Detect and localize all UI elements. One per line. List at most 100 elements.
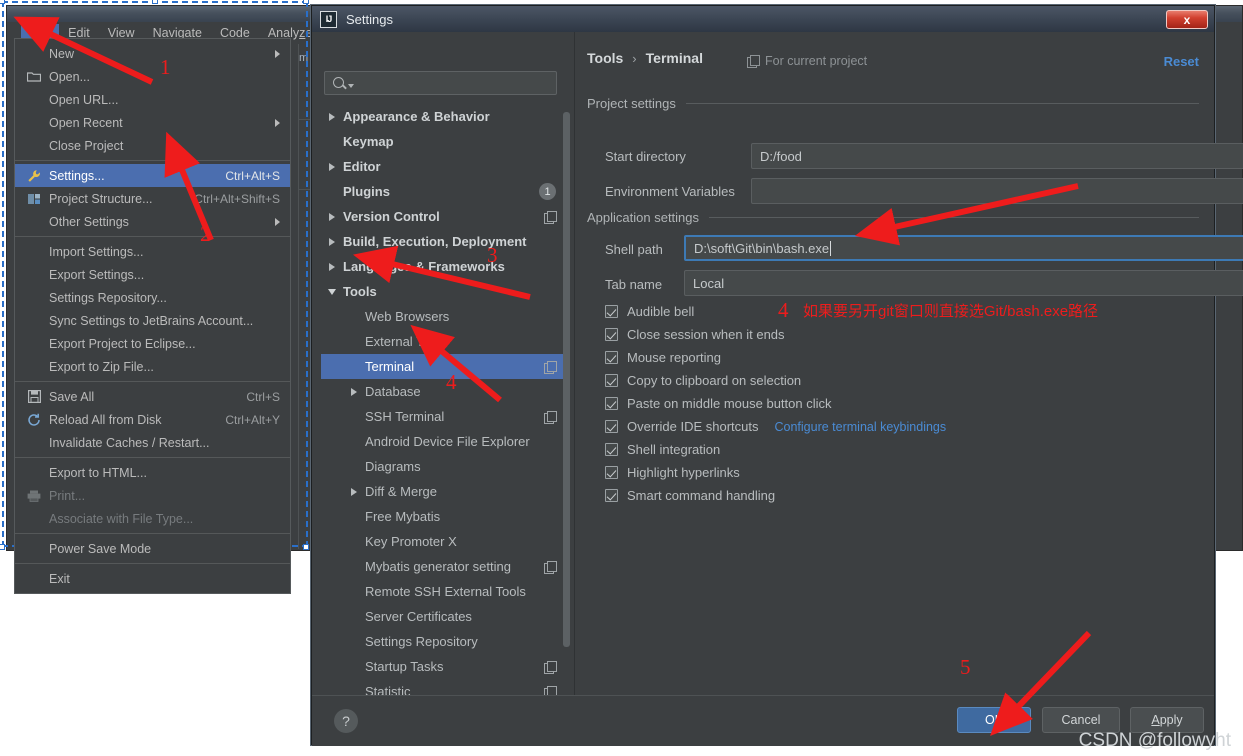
checkmark-icon[interactable] bbox=[605, 351, 618, 364]
tree-item-label: Terminal bbox=[365, 359, 415, 374]
menu-item-open[interactable]: Open... bbox=[15, 65, 290, 88]
checkbox-override-ide-shortcuts[interactable]: Override IDE shortcuts Configure terminal… bbox=[605, 419, 946, 434]
selection-handle[interactable] bbox=[0, 544, 5, 550]
chevron-right-icon bbox=[329, 262, 335, 271]
tree-item-remote-ssh-external-tools[interactable]: Remote SSH External Tools bbox=[321, 579, 568, 604]
checkmark-icon[interactable] bbox=[605, 305, 618, 318]
tree-item-mybatis-generator-setting[interactable]: Mybatis generator setting bbox=[321, 554, 568, 579]
menu-item-other-settings[interactable]: Other Settings bbox=[15, 210, 290, 233]
checkmark-icon[interactable] bbox=[605, 328, 618, 341]
tree-item-server-certificates[interactable]: Server Certificates bbox=[321, 604, 568, 629]
tab-name-input[interactable]: Local bbox=[684, 270, 1243, 296]
reset-link[interactable]: Reset bbox=[1164, 54, 1199, 69]
checkmark-icon[interactable] bbox=[605, 420, 618, 433]
tree-item-free-mybatis[interactable]: Free Mybatis bbox=[321, 504, 568, 529]
tree-item-keymap[interactable]: Keymap bbox=[321, 129, 568, 154]
checkbox-audible-bell[interactable]: Audible bell bbox=[605, 304, 694, 319]
menu-item-new[interactable]: New bbox=[15, 42, 290, 65]
tree-item-tools[interactable]: Tools bbox=[321, 279, 568, 304]
tree-item-external-tools[interactable]: External Tools bbox=[321, 329, 568, 354]
checkbox-shell-integration[interactable]: Shell integration bbox=[605, 442, 720, 457]
checkbox-close-session-when-it-ends[interactable]: Close session when it ends bbox=[605, 327, 785, 342]
configure-terminal-keybindings-link[interactable]: Configure terminal keybindings bbox=[775, 420, 947, 434]
checkmark-icon[interactable] bbox=[605, 397, 618, 410]
expand-arrow-icon[interactable] bbox=[343, 487, 365, 496]
menu-item-settings-repository[interactable]: Settings Repository... bbox=[15, 286, 290, 309]
tree-item-plugins[interactable]: Plugins 1 bbox=[321, 179, 568, 204]
tree-scrollbar-thumb[interactable] bbox=[563, 112, 570, 647]
menu-item-import-settings[interactable]: Import Settings... bbox=[15, 240, 290, 263]
copy-icon bbox=[544, 660, 557, 674]
tree-item-label: Tools bbox=[343, 284, 377, 299]
chevron-down-icon[interactable] bbox=[348, 84, 354, 88]
tree-item-diagrams[interactable]: Diagrams bbox=[321, 454, 568, 479]
expand-arrow-icon[interactable] bbox=[321, 112, 343, 121]
checkbox-copy-to-clipboard-on-selection[interactable]: Copy to clipboard on selection bbox=[605, 373, 801, 388]
checkmark-icon[interactable] bbox=[605, 374, 618, 387]
selection-handle[interactable] bbox=[152, 0, 158, 4]
menu-item-reload-all[interactable]: Reload All from Disk Ctrl+Alt+Y bbox=[15, 408, 290, 431]
menu-item-close-project[interactable]: Close Project bbox=[15, 134, 290, 157]
checkmark-icon[interactable] bbox=[605, 443, 618, 456]
menu-separator bbox=[15, 381, 290, 382]
selection-handle[interactable] bbox=[303, 544, 309, 550]
menu-item-sync-settings[interactable]: Sync Settings to JetBrains Account... bbox=[15, 309, 290, 332]
expand-arrow-icon[interactable] bbox=[343, 387, 365, 396]
menu-item-export-html[interactable]: Export to HTML... bbox=[15, 461, 290, 484]
settings-tree[interactable]: Appearance & Behavior Keymap Editor Plugins… bbox=[321, 104, 568, 719]
menu-item-export-settings[interactable]: Export Settings... bbox=[15, 263, 290, 286]
checkmark-icon[interactable] bbox=[605, 466, 618, 479]
help-button[interactable]: ? bbox=[334, 709, 358, 733]
ok-button[interactable]: OK bbox=[957, 707, 1031, 733]
tree-item-languages-frameworks[interactable]: Languages & Frameworks bbox=[321, 254, 568, 279]
start-directory-input[interactable]: D:/food bbox=[751, 143, 1243, 169]
refresh-icon bbox=[27, 413, 41, 427]
tree-item-ssh-terminal[interactable]: SSH Terminal bbox=[321, 404, 568, 429]
breadcrumb-parent[interactable]: Tools bbox=[587, 50, 623, 66]
menu-item-exit[interactable]: Exit bbox=[15, 567, 290, 590]
menu-item-export-zip[interactable]: Export to Zip File... bbox=[15, 355, 290, 378]
selection-handle[interactable] bbox=[0, 0, 5, 4]
close-window-icon[interactable]: x bbox=[1166, 10, 1208, 29]
expand-arrow-icon[interactable] bbox=[321, 162, 343, 171]
tree-item-editor[interactable]: Editor bbox=[321, 154, 568, 179]
checkbox-smart-command-handling[interactable]: Smart command handling bbox=[605, 488, 775, 503]
file-dropdown-menu[interactable]: New Open... Open URL... Open Recent Clos… bbox=[14, 38, 291, 594]
tree-item-key-promoter-x[interactable]: Key Promoter X bbox=[321, 529, 568, 554]
tree-item-appearance-behavior[interactable]: Appearance & Behavior bbox=[321, 104, 568, 129]
environment-variables-input[interactable] bbox=[751, 178, 1243, 204]
dialog-titlebar[interactable]: IJ Settings x bbox=[312, 6, 1214, 32]
expand-arrow-icon[interactable] bbox=[321, 262, 343, 271]
menu-item-project-structure[interactable]: Project Structure... Ctrl+Alt+Shift+S bbox=[15, 187, 290, 210]
tree-item-build-execution-deployment[interactable]: Build, Execution, Deployment bbox=[321, 229, 568, 254]
menu-item-export-eclipse[interactable]: Export Project to Eclipse... bbox=[15, 332, 290, 355]
menu-item-settings[interactable]: Settings... Ctrl+Alt+S bbox=[15, 164, 290, 187]
tree-item-web-browsers[interactable]: Web Browsers bbox=[321, 304, 568, 329]
checkbox-paste-on-middle-mouse-button-click[interactable]: Paste on middle mouse button click bbox=[605, 396, 832, 411]
selection-handle[interactable] bbox=[303, 0, 309, 4]
checkbox-mouse-reporting[interactable]: Mouse reporting bbox=[605, 350, 721, 365]
menu-item-invalidate-caches[interactable]: Invalidate Caches / Restart... bbox=[15, 431, 290, 454]
shell-path-input[interactable]: D:\soft\Git\bin\bash.exe bbox=[684, 235, 1243, 261]
pane-divider[interactable] bbox=[574, 32, 575, 722]
tree-item-database[interactable]: Database bbox=[321, 379, 568, 404]
tree-item-terminal[interactable]: Terminal bbox=[321, 354, 568, 379]
tree-item-startup-tasks[interactable]: Startup Tasks bbox=[321, 654, 568, 679]
tree-item-android-device-file-explorer[interactable]: Android Device File Explorer bbox=[321, 429, 568, 454]
tree-item-settings-repository[interactable]: Settings Repository bbox=[321, 629, 568, 654]
menu-item-save-all[interactable]: Save All Ctrl+S bbox=[15, 385, 290, 408]
menu-item-open-url[interactable]: Open URL... bbox=[15, 88, 290, 111]
chevron-down-icon bbox=[328, 288, 336, 295]
shell-path-value: D:\soft\Git\bin\bash.exe bbox=[694, 240, 830, 256]
checkmark-icon[interactable] bbox=[605, 489, 618, 502]
checkbox-highlight-hyperlinks[interactable]: Highlight hyperlinks bbox=[605, 465, 740, 480]
tree-item-version-control[interactable]: Version Control bbox=[321, 204, 568, 229]
expand-arrow-icon[interactable] bbox=[321, 212, 343, 221]
settings-search-input[interactable] bbox=[324, 71, 557, 95]
text-caret bbox=[830, 240, 832, 256]
tree-item-diff-merge[interactable]: Diff & Merge bbox=[321, 479, 568, 504]
menu-item-open-recent[interactable]: Open Recent bbox=[15, 111, 290, 134]
collapse-arrow-icon[interactable] bbox=[321, 288, 343, 295]
menu-item-power-save-mode[interactable]: Power Save Mode bbox=[15, 537, 290, 560]
expand-arrow-icon[interactable] bbox=[321, 237, 343, 246]
